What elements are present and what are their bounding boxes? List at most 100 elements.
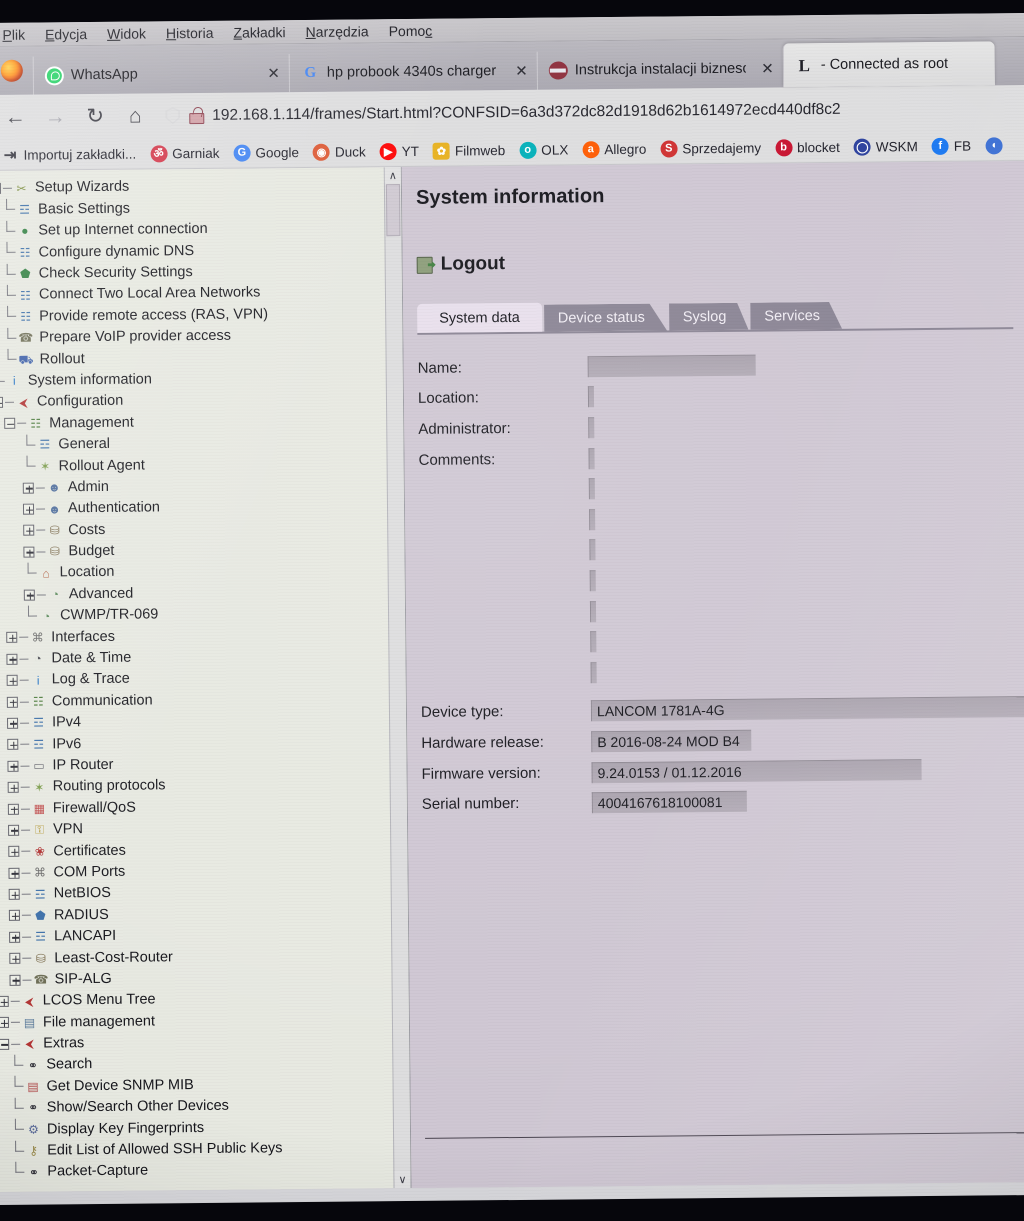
tracking-shield-icon[interactable] (165, 107, 180, 124)
expand-icon[interactable] (6, 653, 18, 665)
menu-pomoc[interactable]: Pomoc (379, 21, 443, 40)
expand-icon[interactable] (7, 781, 19, 793)
expand-icon[interactable] (7, 803, 19, 815)
comment-row-5-value[interactable] (589, 600, 597, 622)
collapse-icon[interactable] (0, 183, 1, 195)
close-icon[interactable]: ✕ (753, 59, 774, 77)
bookmark-fb[interactable]: f FB (925, 137, 978, 155)
bookmark-olx[interactable]: o OLX (512, 141, 575, 159)
bookmark-importujzakadki[interactable]: ⇥ Importuj zakładki... (0, 145, 143, 164)
collapse-icon[interactable] (0, 1038, 10, 1050)
expand-icon[interactable] (9, 974, 21, 986)
expand-icon[interactable] (23, 589, 35, 601)
expand-icon[interactable] (22, 482, 34, 494)
expand-icon[interactable] (0, 995, 9, 1007)
expand-icon[interactable] (6, 696, 18, 708)
comment-row-1-label (419, 489, 589, 491)
expand-icon[interactable] (8, 888, 20, 900)
expand-icon[interactable] (8, 846, 20, 858)
name-value[interactable] (587, 354, 756, 378)
home-button[interactable]: ⌂ (117, 100, 153, 132)
menu-historia[interactable]: Historia (156, 23, 224, 42)
serial-number-value[interactable]: 4004167618100081 (591, 790, 747, 814)
back-button[interactable]: ← (0, 101, 33, 133)
browser-tab-1[interactable]: WhatsApp ✕ (32, 54, 290, 95)
wskm-icon: ◯ (853, 138, 871, 156)
logout-link[interactable]: Logout (416, 248, 1024, 276)
expand-icon[interactable] (8, 910, 20, 922)
bookmark-sprzedajemy[interactable]: S Sprzedajemy (653, 139, 768, 158)
tab-services[interactable]: Services (750, 302, 842, 330)
device-type-value[interactable]: LANCOM 1781A-4G (590, 696, 1024, 722)
comments-value[interactable] (588, 447, 595, 469)
tree-elbow (24, 605, 38, 627)
comment-row-1-value[interactable] (588, 478, 595, 500)
bookmark-allegro[interactable]: a Allegro (575, 140, 653, 158)
browser-tab-4[interactable]: L - Connected as root (782, 41, 995, 88)
url-bar[interactable]: 192.168.1.114/frames/Start.html?CONFSID=… (165, 93, 1017, 131)
collapse-icon[interactable] (0, 396, 4, 409)
tree-item-label: NetBIOS (53, 885, 112, 902)
bookmark-partial[interactable]: ◖ (978, 136, 1009, 154)
expand-icon[interactable] (0, 1017, 10, 1029)
bookmark-garniak[interactable]: ॐ Garniak (143, 144, 226, 162)
scroll-down-arrow[interactable]: ∨ (394, 1171, 411, 1189)
administrator-value[interactable] (588, 417, 595, 439)
bookmark-google[interactable]: G Google (226, 143, 306, 162)
expand-icon[interactable] (7, 760, 19, 772)
bookmark-label: Allegro (604, 141, 647, 157)
bookmark-blocket[interactable]: b blocket (768, 138, 847, 156)
binoculars-icon: ⚭ (28, 1165, 39, 1180)
comment-row-7-value[interactable] (590, 661, 597, 683)
close-icon[interactable]: ✕ (259, 64, 280, 82)
expand-icon[interactable] (6, 674, 18, 687)
expand-icon[interactable] (7, 717, 19, 729)
interfaces-icon: ⌘ (31, 630, 44, 645)
agent-icon: ✶ (40, 459, 51, 474)
binoculars-icon: ⚭ (27, 1058, 38, 1073)
expand-icon[interactable] (7, 739, 19, 751)
forward-button[interactable]: → (37, 101, 73, 133)
browser-tab-3[interactable]: Instrukcja instalacji biznesowej ✕ (536, 49, 784, 90)
expand-icon[interactable] (9, 931, 21, 943)
reload-button[interactable]: ↻ (77, 100, 113, 132)
hardware-release-value[interactable]: B 2016-08-24 MOD B4 (591, 729, 752, 753)
expand-icon[interactable] (23, 546, 35, 558)
broken-lock-icon[interactable] (189, 107, 203, 124)
menu-zakadki[interactable]: Zakładki (223, 23, 295, 42)
close-icon[interactable]: ✕ (507, 62, 528, 80)
tab-device-status[interactable]: Device status (544, 304, 667, 332)
menu-plik[interactable]: Plik (0, 25, 35, 43)
menu-widok[interactable]: Widok (97, 24, 156, 43)
expand-icon[interactable] (8, 824, 20, 836)
menu-edycja[interactable]: Edycja (35, 24, 97, 43)
tree-item-packet-capture[interactable]: ⚭ Packet-Capture (0, 1158, 410, 1183)
comment-row-2-value[interactable] (589, 508, 596, 531)
comment-row-6-value[interactable] (590, 631, 597, 653)
browser-tab-2[interactable]: Ghp probook 4340s charger - Szu ✕ (288, 51, 538, 93)
bookmark-duck[interactable]: ◉ Duck (306, 143, 373, 161)
info-icon: i (36, 673, 40, 688)
bookmark-yt[interactable]: ▶ YT (373, 142, 426, 160)
menu-narzdzia[interactable]: Narzędzia (296, 22, 379, 41)
comment-row-3-value[interactable] (589, 539, 596, 561)
tab-system-data[interactable]: System data (417, 302, 542, 333)
expand-icon[interactable] (6, 632, 18, 644)
scroll-thumb[interactable] (385, 184, 401, 237)
key-icon: ⚷ (29, 1143, 39, 1158)
scroll-up-arrow[interactable]: ∧ (384, 167, 401, 185)
location-value[interactable] (587, 386, 595, 408)
collapse-icon[interactable] (4, 418, 16, 430)
url-text[interactable]: 192.168.1.114/frames/Start.html?CONFSID=… (212, 100, 841, 124)
firmware-version-value[interactable]: 9.24.0153 / 01.12.2016 (591, 758, 922, 783)
bookmark-filmweb[interactable]: ✿ Filmweb (426, 141, 512, 160)
expand-icon[interactable] (23, 525, 35, 537)
bookmark-wskm[interactable]: ◯ WSKM (847, 138, 925, 156)
tab-syslog[interactable]: Syslog (669, 303, 749, 331)
costs-icon: ⛁ (49, 523, 60, 538)
expand-icon[interactable] (8, 867, 20, 879)
comment-row-4-value[interactable] (589, 570, 596, 592)
expand-icon[interactable] (22, 503, 35, 515)
expand-icon[interactable] (9, 952, 21, 965)
page-title: System information (415, 185, 605, 209)
